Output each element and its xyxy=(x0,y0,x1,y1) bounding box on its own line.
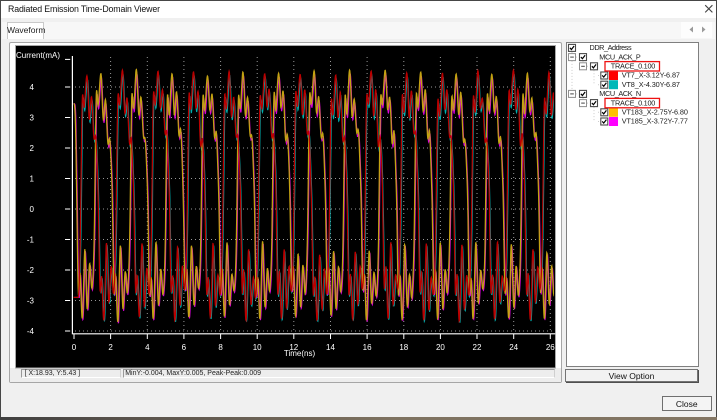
svg-text:4: 4 xyxy=(145,343,150,352)
svg-text:-1: -1 xyxy=(27,236,35,245)
svg-text:Current(mA): Current(mA) xyxy=(16,51,60,60)
svg-text:TRACE_0.100: TRACE_0.100 xyxy=(611,61,655,70)
svg-text:0: 0 xyxy=(30,205,35,214)
svg-text:10: 10 xyxy=(253,343,262,352)
svg-text:-4: -4 xyxy=(27,327,35,336)
svg-text:4: 4 xyxy=(30,83,35,92)
svg-text:14: 14 xyxy=(326,343,335,352)
svg-text:TRACE_0.100: TRACE_0.100 xyxy=(611,98,655,107)
svg-text:VT7_X-3.12Y-6.87: VT7_X-3.12Y-6.87 xyxy=(622,70,680,79)
svg-text:20: 20 xyxy=(436,343,445,352)
svg-text:24: 24 xyxy=(509,343,518,352)
svg-text:DDR_Address: DDR_Address xyxy=(590,43,632,52)
svg-text:MCU_ACK_P: MCU_ACK_P xyxy=(599,52,641,61)
svg-text:26: 26 xyxy=(546,343,555,352)
svg-text:2: 2 xyxy=(30,144,35,153)
svg-text:-2: -2 xyxy=(27,266,35,275)
svg-text:-3: -3 xyxy=(27,297,35,306)
svg-text:VT8_X-4.30Y-6.87: VT8_X-4.30Y-6.87 xyxy=(622,79,680,88)
svg-text:VT185_X-3.72Y-7.77: VT185_X-3.72Y-7.77 xyxy=(622,116,688,125)
svg-text:6: 6 xyxy=(182,343,187,352)
svg-text:1: 1 xyxy=(30,175,35,184)
svg-text:16: 16 xyxy=(363,343,372,352)
svg-text:2: 2 xyxy=(108,343,113,352)
svg-text:VT183_X-2.75Y-6.80: VT183_X-2.75Y-6.80 xyxy=(622,107,688,116)
svg-text:0: 0 xyxy=(72,343,77,352)
svg-text:8: 8 xyxy=(218,343,223,352)
svg-text:18: 18 xyxy=(399,343,408,352)
svg-text:22: 22 xyxy=(473,343,482,352)
svg-text:3: 3 xyxy=(30,114,35,123)
svg-text:Time(ns): Time(ns) xyxy=(284,349,316,358)
svg-text:MCU_ACK_N: MCU_ACK_N xyxy=(599,89,641,98)
